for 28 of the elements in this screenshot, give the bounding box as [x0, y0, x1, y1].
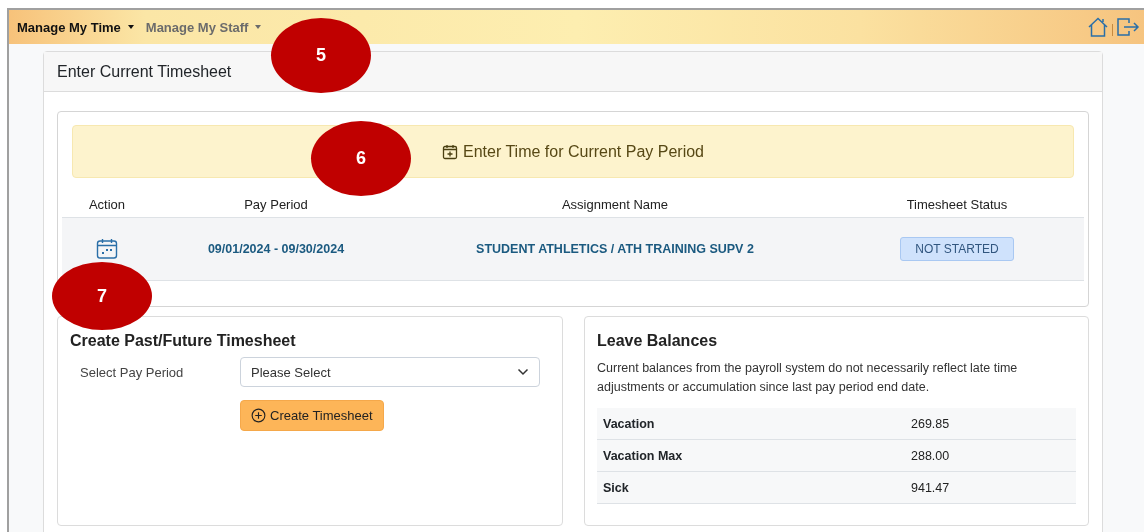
- calendar-icon[interactable]: [95, 237, 119, 261]
- assignment-link[interactable]: STUDENT ATHLETICS / ATH TRAINING SUPV 2: [400, 242, 830, 256]
- menu-dropdown[interactable]: Manage My Time: [13, 15, 136, 39]
- table-cell: 288.00: [911, 448, 950, 463]
- table-cell-text: Vacation: [602, 416, 656, 431]
- column-header: Timesheet Status: [905, 197, 1009, 212]
- pay-period-select[interactable]: Please Select: [240, 357, 540, 387]
- menu-dropdown[interactable]: Manage My Staff: [141, 15, 264, 39]
- status-badge: NOT STARTED: [900, 237, 1014, 261]
- table-cell: 941.47: [911, 480, 950, 495]
- pay-period-link[interactable]: 09/01/2024 - 09/30/2024: [152, 242, 400, 256]
- table-cell: 269.85: [911, 416, 950, 431]
- create-timesheet-button[interactable]: Create Timesheet: [240, 400, 384, 431]
- plus-circle-icon: [251, 408, 266, 423]
- field-label: Select Pay Period: [79, 364, 185, 380]
- logout-icon[interactable]: [1116, 17, 1140, 37]
- chevron-down-icon: [517, 368, 529, 376]
- column-header: Pay Period: [243, 197, 309, 212]
- panel-title: Create Past/Future Timesheet: [70, 332, 297, 350]
- column-header: Assignment Name: [560, 197, 670, 212]
- calendar-plus-icon: [442, 143, 458, 160]
- balances-note: Current balances from the payroll system do not necessarily reflect late time adjustments or accumulation since last pay period end date.: [597, 360, 1019, 396]
- table-cell-text: Vacation Max: [602, 448, 684, 463]
- panel-title: Leave Balances: [597, 332, 719, 350]
- column-header: Action: [87, 197, 127, 212]
- card-title: Enter Current Timesheet: [57, 62, 232, 81]
- table-cell-text: Sick: [602, 480, 630, 495]
- home-icon[interactable]: [1087, 17, 1109, 37]
